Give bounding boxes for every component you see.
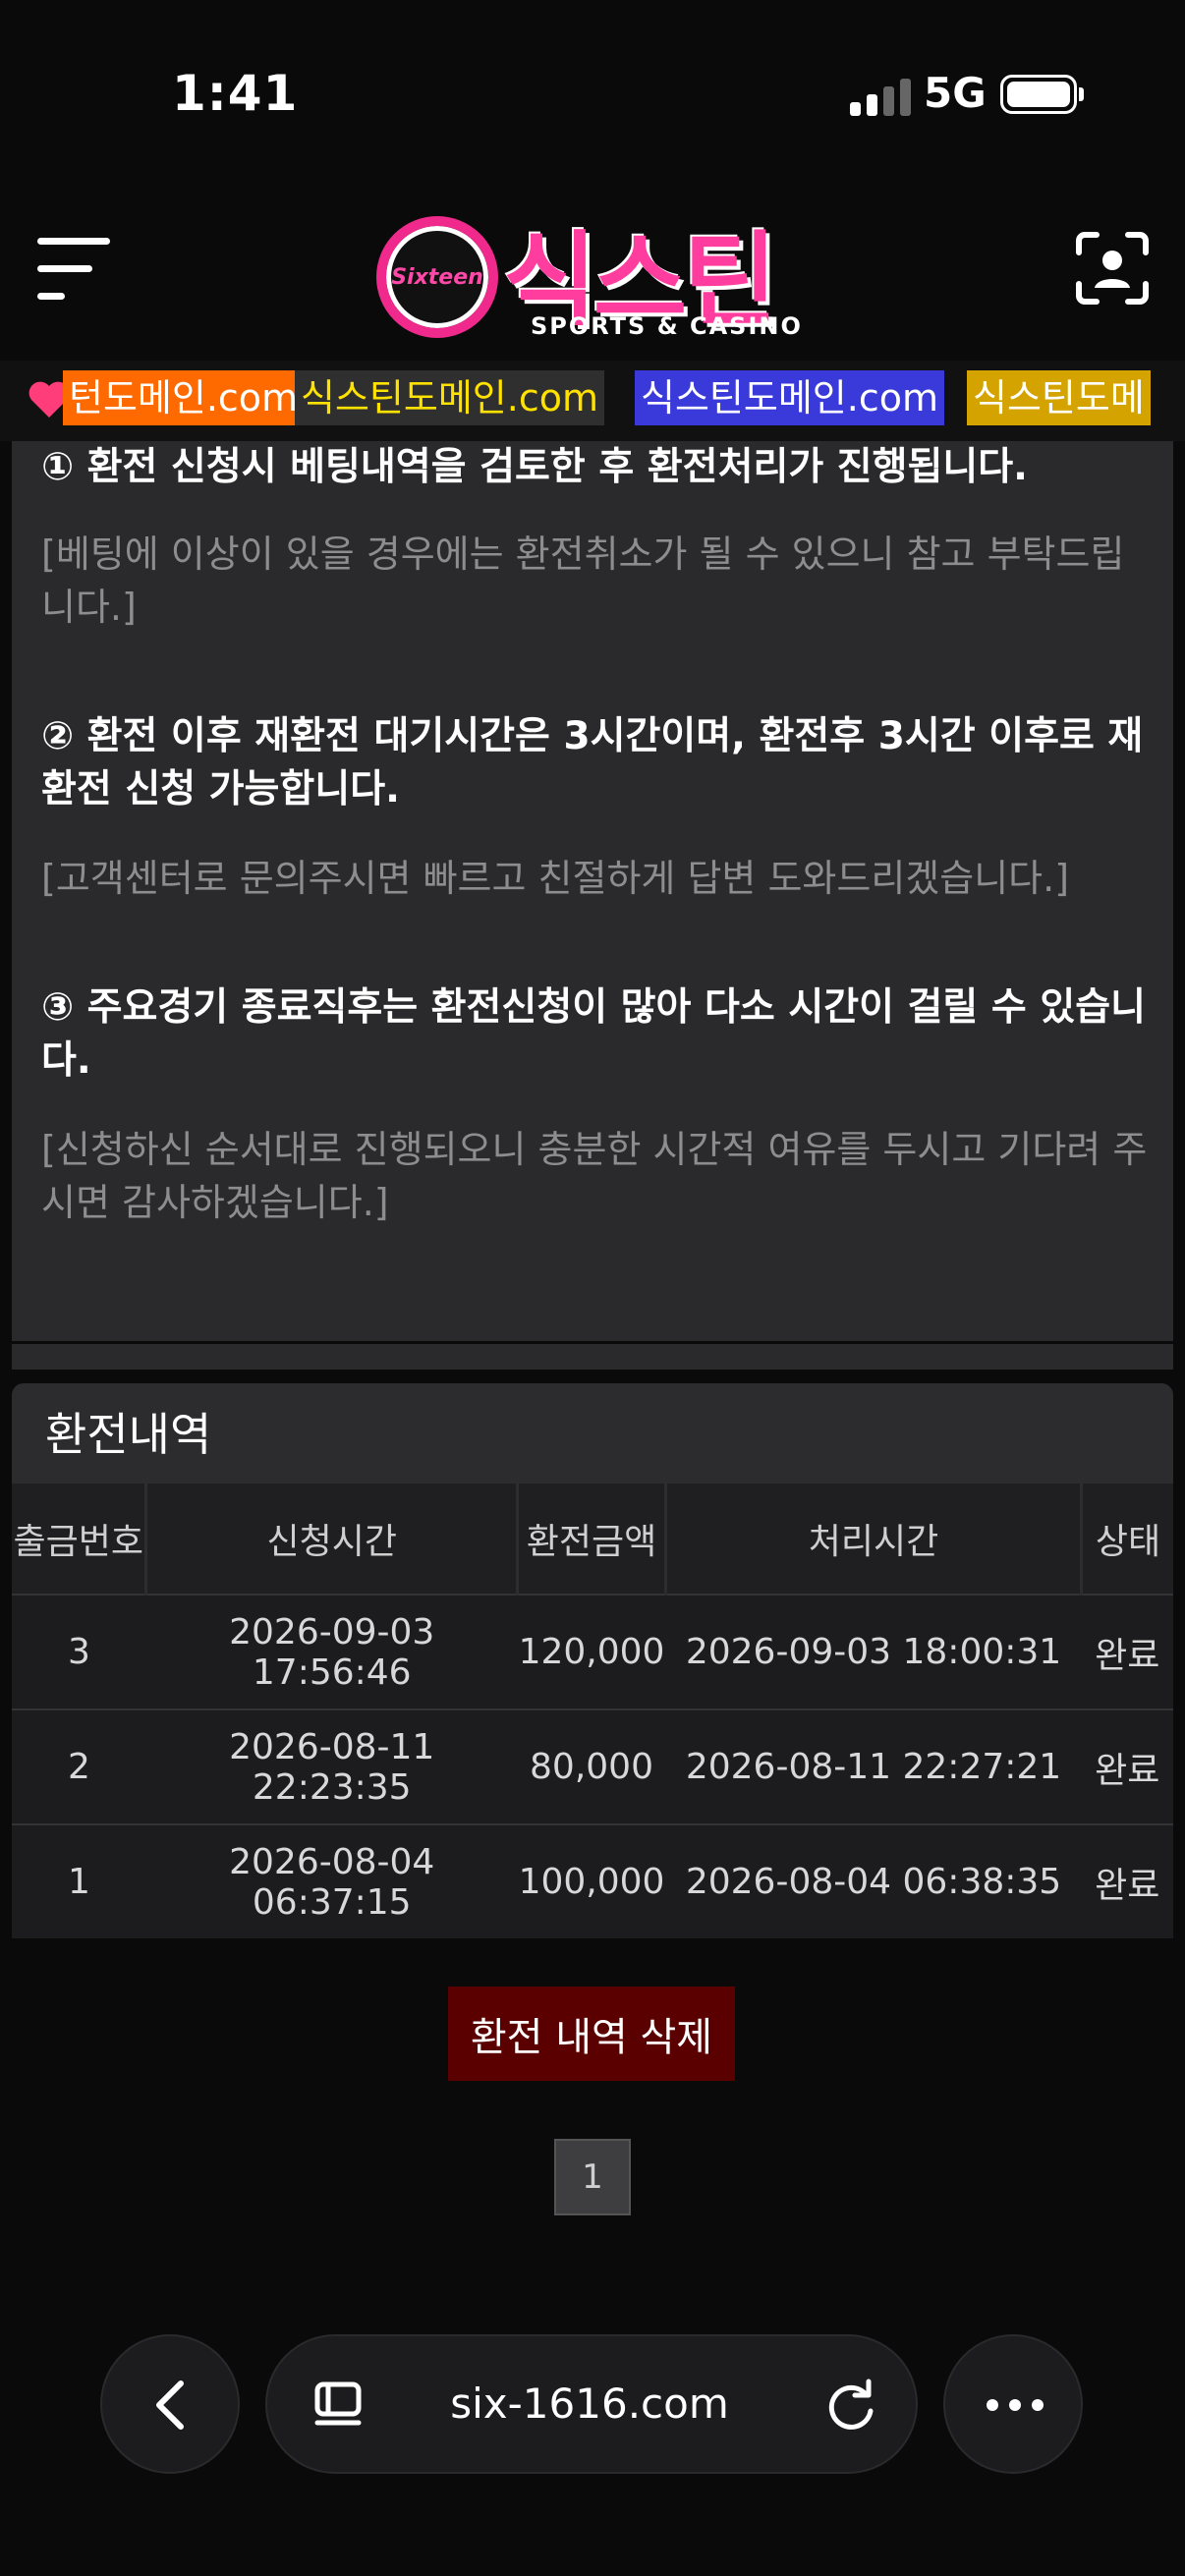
logo-badge-text: Sixteen <box>391 264 483 290</box>
logo-badge[interactable]: Sixteen <box>376 216 498 338</box>
notice-3-title: ③ 주요경기 종료직후는 환전신청이 많아 다소 시간이 걸릴 수 있습니다. <box>41 985 1146 1083</box>
history-title: 환전내역 <box>45 1408 212 1461</box>
col-process-time: 처리시간 <box>665 1484 1084 1595</box>
signal-icon <box>850 79 911 116</box>
table-row: 2 2026-08-11 22:23:35 80,000 2026-08-11 … <box>12 1708 1173 1824</box>
col-amount: 환전금액 <box>517 1484 667 1595</box>
battery-tip <box>1079 87 1084 101</box>
tabs-icon[interactable] <box>312 2380 364 2431</box>
cell-withdraw-no: 3 <box>12 1594 146 1709</box>
logo-subtitle: SPORTS & CASINO <box>531 312 803 340</box>
marquee-item-1[interactable]: 턴도메인.com <box>63 370 305 425</box>
cell-request-time: 2026-08-11 22:23:35 <box>145 1708 518 1824</box>
marquee-item-3[interactable]: 식스틴도메인.com <box>635 370 944 425</box>
marquee-item-4[interactable]: 식스틴도메 <box>967 370 1151 425</box>
cell-withdraw-no: 1 <box>12 1823 146 1938</box>
cell-process-time: 2026-08-04 06:38:35 <box>665 1823 1082 1938</box>
cell-amount: 100,000 <box>517 1823 666 1938</box>
cell-amount: 120,000 <box>517 1594 666 1709</box>
url-text[interactable]: six-1616.com <box>432 2380 747 2428</box>
delete-history-button[interactable]: 환전 내역 삭제 <box>448 1987 735 2081</box>
col-status: 상태 <box>1081 1484 1173 1595</box>
more-button[interactable] <box>943 2334 1083 2474</box>
cell-status: 완료 <box>1081 1823 1173 1938</box>
notice-1-note: [베팅에 이상이 있을 경우에는 환전취소가 될 수 있으니 참고 부탁드립니다… <box>41 532 1125 629</box>
scan-icon[interactable] <box>1075 231 1150 306</box>
table-row: 3 2026-09-03 17:56:46 120,000 2026-09-03… <box>12 1594 1173 1709</box>
cell-process-time: 2026-08-11 22:27:21 <box>665 1708 1082 1824</box>
cell-status: 완료 <box>1081 1708 1173 1824</box>
history-table-header: 출금번호 신청시간 환전금액 처리시간 상태 <box>12 1484 1173 1595</box>
table-row: 1 2026-08-04 06:37:15 100,000 2026-08-04… <box>12 1823 1173 1938</box>
back-icon <box>156 2380 184 2430</box>
cell-amount: 80,000 <box>517 1708 666 1824</box>
withdraw-notice: ① 환전 신청시 베팅내역을 검토한 후 환전처리가 진행됩니다. [베팅에 이… <box>12 441 1173 1341</box>
col-request-time: 신청시간 <box>145 1484 520 1595</box>
domain-marquee: 턴도메인.com 식스틴도메인.com 식스틴도메인.com 식스틴도메 <box>0 361 1185 441</box>
col-withdraw-no: 출금번호 <box>12 1484 148 1595</box>
more-icon <box>987 2399 1044 2411</box>
cell-request-time: 2026-08-04 06:37:15 <box>145 1823 518 1938</box>
cell-status: 완료 <box>1081 1594 1173 1709</box>
menu-icon[interactable] <box>37 236 112 301</box>
browser-back-button[interactable] <box>100 2334 240 2474</box>
notice-2-note: [고객센터로 문의주시면 빠르고 친절하게 답변 도와드리겠습니다.] <box>41 857 1070 900</box>
reload-icon[interactable] <box>825 2378 878 2433</box>
history-table: 출금번호 신청시간 환전금액 처리시간 상태 3 2026-09-03 17:5… <box>12 1484 1173 1938</box>
marquee-item-2[interactable]: 식스틴도메인.com <box>295 370 604 425</box>
pagination-page[interactable]: 1 <box>554 2139 631 2215</box>
cell-process-time: 2026-09-03 18:00:31 <box>665 1594 1082 1709</box>
notice-2-title: ② 환전 이후 재환전 대기시간은 3시간이며, 환전후 3시간 이후로 재환전… <box>41 714 1144 812</box>
cell-withdraw-no: 2 <box>12 1708 146 1824</box>
notice-footer <box>12 1344 1173 1370</box>
notice-3-note: [신청하신 순서대로 진행되오니 충분한 시간적 여유를 두시고 기다려 주시면… <box>41 1128 1148 1224</box>
battery-icon <box>1000 75 1077 114</box>
notice-1-title: ① 환전 신청시 베팅내역을 검토한 후 환전처리가 진행됩니다. <box>41 445 1029 489</box>
network-label: 5G <box>924 69 987 117</box>
status-time: 1:41 <box>172 65 299 122</box>
cell-request-time: 2026-09-03 17:56:46 <box>145 1594 518 1709</box>
